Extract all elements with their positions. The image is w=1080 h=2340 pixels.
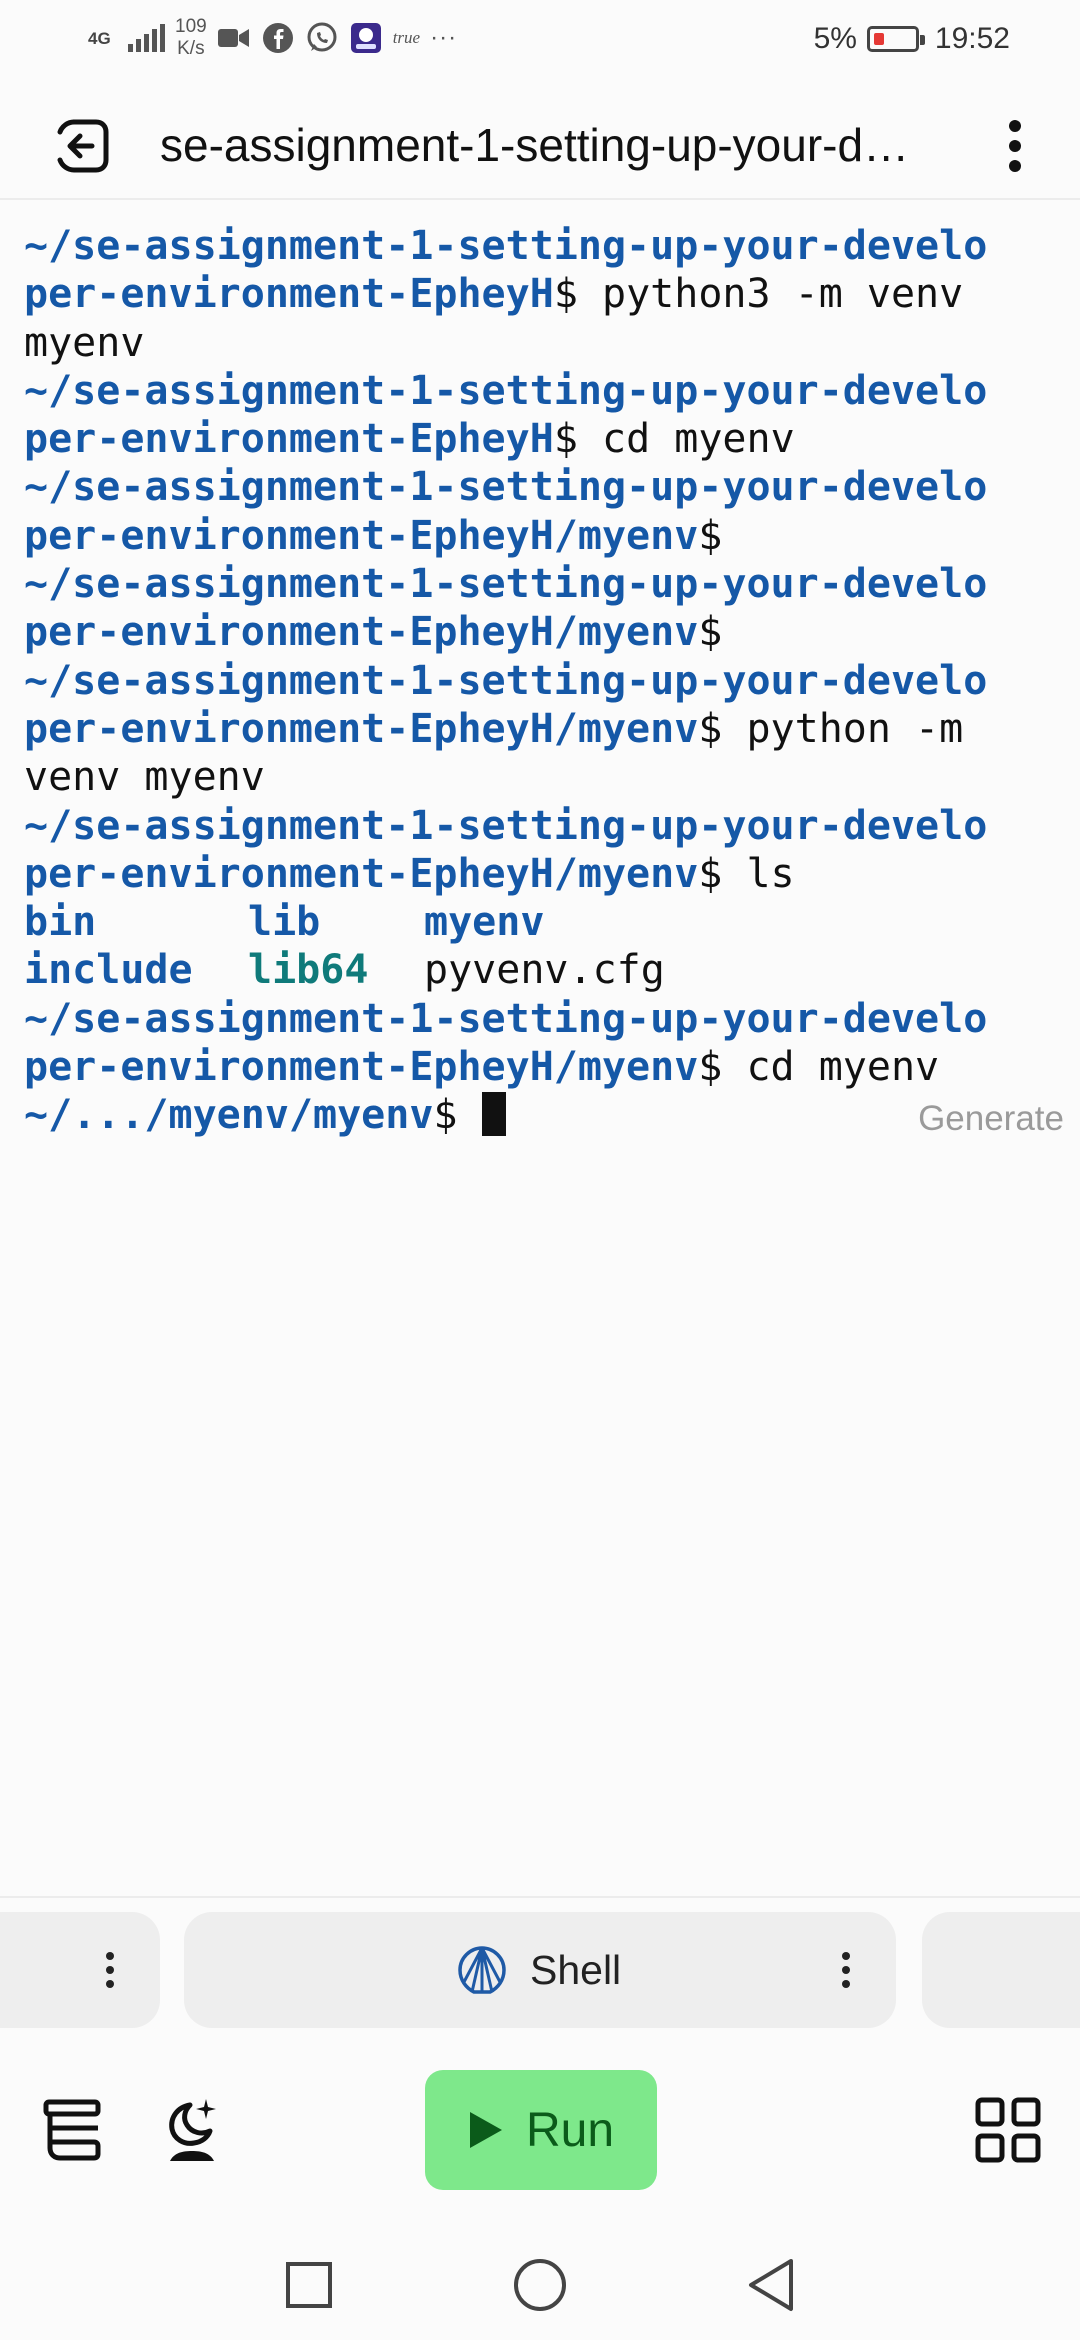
terminal-line: venv myenv (24, 754, 265, 801)
bottom-toolbar: Run (0, 2040, 1080, 2230)
battery-percent: 5% (813, 22, 857, 55)
tab-options-button[interactable] (90, 1940, 130, 2000)
generate-button[interactable]: Generate (918, 1095, 1064, 1143)
terminal-line: per-environment-EpheyH$ python3 -m venv (24, 271, 964, 318)
terminal-prompt-line[interactable]: ~/.../myenv/myenv$ Generate (24, 1091, 1064, 1139)
terminal-line: per-environment-EpheyH/myenv$ ls (24, 850, 795, 897)
tab-shell[interactable]: Shell (184, 1912, 896, 2028)
terminal-line: per-environment-EpheyH/myenv$ cd myenv (24, 1044, 940, 1091)
whatsapp-icon (305, 21, 339, 55)
network-type: 4G (88, 28, 111, 48)
terminal-line: ~/se-assignment-1-setting-up-your-develo (24, 995, 988, 1042)
ls-output-row: include lib64 pyvenv.cfg (24, 947, 665, 994)
recents-button[interactable] (274, 2250, 344, 2320)
terminal-line: myenv (24, 319, 145, 366)
text-cursor (481, 1092, 506, 1137)
terminal-line: ~/se-assignment-1-setting-up-your-develo (24, 367, 988, 414)
run-button-label: Run (525, 2103, 615, 2157)
system-nav-bar (0, 2230, 1080, 2340)
ls-output-row: bin lib myenv (24, 899, 545, 946)
tab-shell-label: Shell (530, 1947, 622, 1993)
network-speed: 109 K/s (175, 16, 207, 59)
terminal-line: per-environment-EpheyH$ cd myenv (24, 416, 795, 463)
overflow-menu-button[interactable] (980, 108, 1050, 184)
terminal-line: per-environment-EpheyH/myenv$ (24, 512, 723, 559)
terminal-line: per-environment-EpheyH/myenv$ (24, 609, 723, 656)
circle-icon (514, 2259, 566, 2311)
terminal-line: per-environment-EpheyH/myenv$ python -m (24, 705, 964, 752)
more-notifications: ··· (430, 24, 458, 51)
triangle-back-icon (749, 2259, 793, 2311)
clock: 19:52 (934, 22, 1010, 55)
more-vertical-icon (842, 1952, 850, 1988)
terminal-line: ~/se-assignment-1-setting-up-your-develo (24, 561, 988, 608)
tab-options-button[interactable] (826, 1940, 866, 2000)
tools-button[interactable] (36, 2090, 108, 2170)
tab-previous[interactable] (0, 1912, 160, 2028)
panes-grid-button[interactable] (972, 2090, 1044, 2170)
video-camera-icon (217, 21, 251, 55)
signal-icon (128, 24, 165, 52)
status-bar: 4G 109 K/s true ··· 5% 19:52 (0, 0, 1080, 80)
ai-assistant-button[interactable] (156, 2090, 228, 2170)
play-icon (469, 2112, 502, 2148)
back-button[interactable] (736, 2250, 806, 2320)
stack-layers-icon (43, 2099, 101, 2161)
battery-icon (866, 26, 925, 52)
square-icon (286, 2262, 332, 2308)
terminal-line: ~/se-assignment-1-setting-up-your-develo (24, 657, 988, 704)
app-notification-icon (349, 21, 383, 55)
terminal-line: ~/se-assignment-1-setting-up-your-develo (24, 802, 988, 849)
pane-tab-bar: Shell (0, 1896, 1080, 2030)
more-vertical-icon (1009, 120, 1021, 172)
carrier-logo: true (392, 28, 421, 47)
home-button[interactable] (505, 2250, 575, 2320)
shell-icon (454, 1942, 510, 1998)
grid-icon (975, 2097, 1041, 2163)
ai-sparkle-icon (169, 2099, 216, 2161)
more-vertical-icon (106, 1952, 114, 1988)
terminal-line: ~/se-assignment-1-setting-up-your-develo (24, 464, 988, 511)
exit-button[interactable] (44, 108, 120, 184)
app-bar: se-assignment-1-setting-up-your-develope… (0, 90, 1080, 200)
facebook-icon (261, 21, 295, 55)
page-title: se-assignment-1-setting-up-your-develope… (160, 119, 930, 171)
terminal-output[interactable]: ~/se-assignment-1-setting-up-your-develo… (24, 222, 1064, 1140)
exit-arrow-icon (57, 119, 109, 173)
tab-next[interactable] (922, 1912, 1080, 2028)
terminal-line: ~/se-assignment-1-setting-up-your-develo (24, 223, 988, 269)
run-button[interactable]: Run (425, 2070, 657, 2190)
